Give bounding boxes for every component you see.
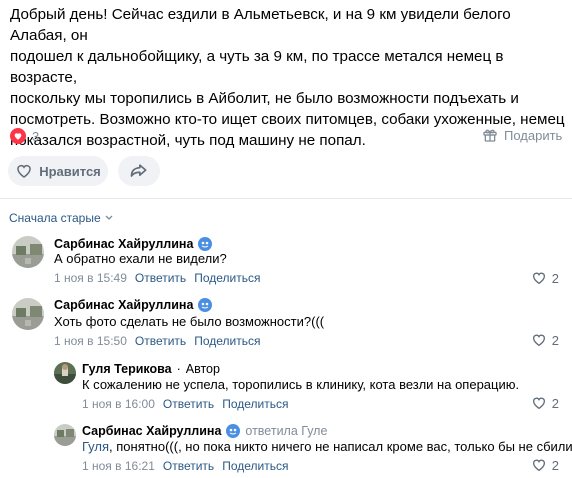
reactions-count: 3 <box>32 128 40 144</box>
reply-link[interactable]: Ответить <box>163 459 214 473</box>
gift-icon <box>483 129 497 142</box>
comment-time[interactable]: 1 ноя в 16:21 <box>82 459 155 473</box>
profile-badge-icon <box>198 237 213 251</box>
comment-text: Хоть фото сделать не было возможности?((… <box>54 314 325 329</box>
comment-text: А обратно ехали не видели? <box>54 251 227 266</box>
comment-like-button[interactable]: 2 <box>531 457 559 473</box>
comment-like-button[interactable]: 2 <box>531 332 559 348</box>
post-line: поскольку мы торопились в Айболит, не бы… <box>10 90 519 107</box>
avatar[interactable] <box>54 424 76 446</box>
post-line: подошел к дальнобойщику, а чуть за 9 км,… <box>10 48 504 86</box>
author-tag: Автор <box>185 362 220 376</box>
heart-outline-icon <box>532 397 545 410</box>
profile-badge-icon <box>226 424 241 438</box>
comment-meta: 1 ноя в 16:00 Ответить Поделиться <box>82 397 288 411</box>
comment-author[interactable]: Сарбинас Хайруллина <box>54 237 213 251</box>
share-icon <box>130 164 147 177</box>
like-label: Нравится <box>39 163 101 179</box>
gift-button[interactable]: Подарить <box>482 127 562 143</box>
comment-time[interactable]: 1 ноя в 15:49 <box>54 271 127 285</box>
heart-outline-icon <box>532 272 545 285</box>
divider <box>0 198 572 199</box>
replied-to[interactable]: ответила Гуле <box>245 424 327 438</box>
chevron-down-icon <box>105 215 113 220</box>
mention-link[interactable]: Гуля <box>82 439 109 454</box>
comment-text: Гуля, понятно(((, но пока никто ничего н… <box>82 439 572 454</box>
comment-like-count: 2 <box>551 395 559 411</box>
comment-time[interactable]: 1 ноя в 16:00 <box>82 397 155 411</box>
comment-author[interactable]: Сарбинас Хайруллина ответила Гуле <box>82 424 327 438</box>
avatar[interactable] <box>12 298 44 330</box>
sort-label: Сначала старые <box>9 211 101 225</box>
post-line: Добрый день! Сейчас ездили в Альметьевск… <box>10 6 511 44</box>
author-name[interactable]: Сарбинас Хайруллина <box>82 424 221 438</box>
heart-outline-icon <box>532 334 545 347</box>
comment-like-button[interactable]: 2 <box>531 270 559 286</box>
comment-author[interactable]: Сарбинас Хайруллина <box>54 298 213 312</box>
share-button[interactable] <box>118 156 160 186</box>
share-link[interactable]: Поделиться <box>222 459 288 473</box>
comment-like-count: 2 <box>551 457 559 473</box>
comment-author[interactable]: Гуля Терикова · Автор <box>82 362 220 376</box>
share-link[interactable]: Поделиться <box>194 334 260 348</box>
profile-badge-icon <box>198 298 213 312</box>
comment-meta: 1 ноя в 15:49 Ответить Поделиться <box>54 271 260 285</box>
reply-link[interactable]: Ответить <box>163 397 214 411</box>
comment-meta: 1 ноя в 15:50 Ответить Поделиться <box>54 334 260 348</box>
comment-like-count: 2 <box>551 332 559 348</box>
author-name[interactable]: Сарбинас Хайруллина <box>54 298 193 312</box>
sort-selector[interactable]: Сначала старые <box>9 211 113 225</box>
reply-link[interactable]: Ответить <box>135 334 186 348</box>
comment-meta: 1 ноя в 16:21 Ответить Поделиться <box>82 459 288 473</box>
comment-like-count: 2 <box>551 270 559 286</box>
share-link[interactable]: Поделиться <box>222 397 288 411</box>
avatar[interactable] <box>12 236 44 268</box>
comment-like-button[interactable]: 2 <box>531 395 559 411</box>
reactions-summary[interactable]: 3 <box>10 128 39 144</box>
author-name[interactable]: Гуля Терикова <box>82 362 172 376</box>
comment-text-body: , понятно(((, но пока никто ничего не на… <box>109 439 572 454</box>
heart-reaction-icon <box>10 128 26 144</box>
comment-text: К сожалению не успела, торопились в клин… <box>82 377 520 392</box>
reply-link[interactable]: Ответить <box>135 271 186 285</box>
heart-outline-icon <box>532 459 545 472</box>
avatar[interactable] <box>54 362 76 384</box>
share-link[interactable]: Поделиться <box>194 271 260 285</box>
heart-outline-icon <box>17 164 31 178</box>
gift-label: Подарить <box>504 127 563 143</box>
comment-time[interactable]: 1 ноя в 15:50 <box>54 334 127 348</box>
author-name[interactable]: Сарбинас Хайруллина <box>54 237 193 251</box>
like-button[interactable]: Нравится <box>8 156 108 186</box>
